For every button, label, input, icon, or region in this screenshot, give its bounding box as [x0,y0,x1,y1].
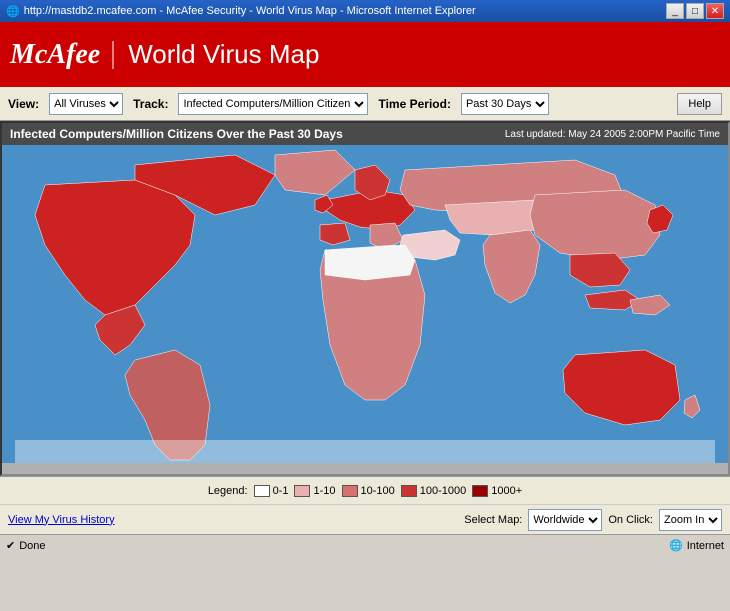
select-map-select[interactable]: Worldwide [528,509,602,531]
time-period-label: Time Period: [378,97,450,111]
legend-label: Legend: [208,485,248,497]
map-container: Infected Computers/Million Citizens Over… [0,121,730,476]
internet-zone: 🌐 Internet [669,539,724,552]
legend-item-2: 10-100 [342,485,395,497]
status-text: Done [19,540,45,552]
page-title: World Virus Map [128,39,319,70]
legend-box-2 [342,485,358,497]
status-left: ✔ Done [6,539,46,552]
help-button[interactable]: Help [677,93,722,115]
controls-row: View: All Viruses Track: Infected Comput… [0,87,730,121]
legend-row: Legend: 0-1 1-10 10-100 100-1000 1000+ [0,476,730,504]
world-map-svg[interactable] [2,145,728,463]
legend-range-2: 10-100 [361,485,395,497]
view-select[interactable]: All Viruses [49,93,123,115]
legend-item-1: 1-10 [294,485,335,497]
legend-box-0 [254,485,270,497]
status-icon: ✔ [6,539,15,552]
zone-label: Internet [687,540,724,552]
legend-range-4: 1000+ [491,485,522,497]
view-label: View: [8,97,39,111]
mcafee-logo: McAfee [10,41,114,69]
legend-range-0: 0-1 [273,485,289,497]
legend-box-1 [294,485,310,497]
map-updated: Last updated: May 24 2005 2:00PM Pacific… [505,129,720,140]
title-bar-text: 🌐 http://mastdb2.mcafee.com - McAfee Sec… [6,5,476,18]
legend-item-3: 100-1000 [401,485,467,497]
legend-range-1: 1-10 [313,485,335,497]
legend-range-3: 100-1000 [420,485,467,497]
legend-box-4 [472,485,488,497]
track-label: Track: [133,97,168,111]
title-bar: 🌐 http://mastdb2.mcafee.com - McAfee Sec… [0,0,730,22]
title-text: http://mastdb2.mcafee.com - McAfee Secur… [24,5,476,17]
close-button[interactable]: ✕ [706,3,724,19]
brand-header: McAfee World Virus Map [0,22,730,87]
zone-icon: 🌐 [669,539,683,552]
on-click-label: On Click: [608,514,653,526]
track-select[interactable]: Infected Computers/Million Citizens [178,93,368,115]
bottom-row: View My Virus History Select Map: Worldw… [0,504,730,534]
view-history-link[interactable]: View My Virus History [8,514,115,526]
minimize-button[interactable]: _ [666,3,684,19]
on-click-select[interactable]: Zoom In [659,509,722,531]
window-controls[interactable]: _ □ ✕ [666,3,724,19]
status-bar: ✔ Done 🌐 Internet [0,534,730,556]
select-map-label: Select Map: [464,514,522,526]
legend-box-3 [401,485,417,497]
map-title: Infected Computers/Million Citizens Over… [10,127,343,141]
legend-item-4: 1000+ [472,485,522,497]
time-period-select[interactable]: Past 30 Days [461,93,549,115]
map-area[interactable] [2,145,728,463]
maximize-button[interactable]: □ [686,3,704,19]
browser-icon: 🌐 [6,5,20,18]
map-header: Infected Computers/Million Citizens Over… [2,123,728,145]
bottom-right: Select Map: Worldwide On Click: Zoom In [464,509,722,531]
legend-item-0: 0-1 [254,485,289,497]
